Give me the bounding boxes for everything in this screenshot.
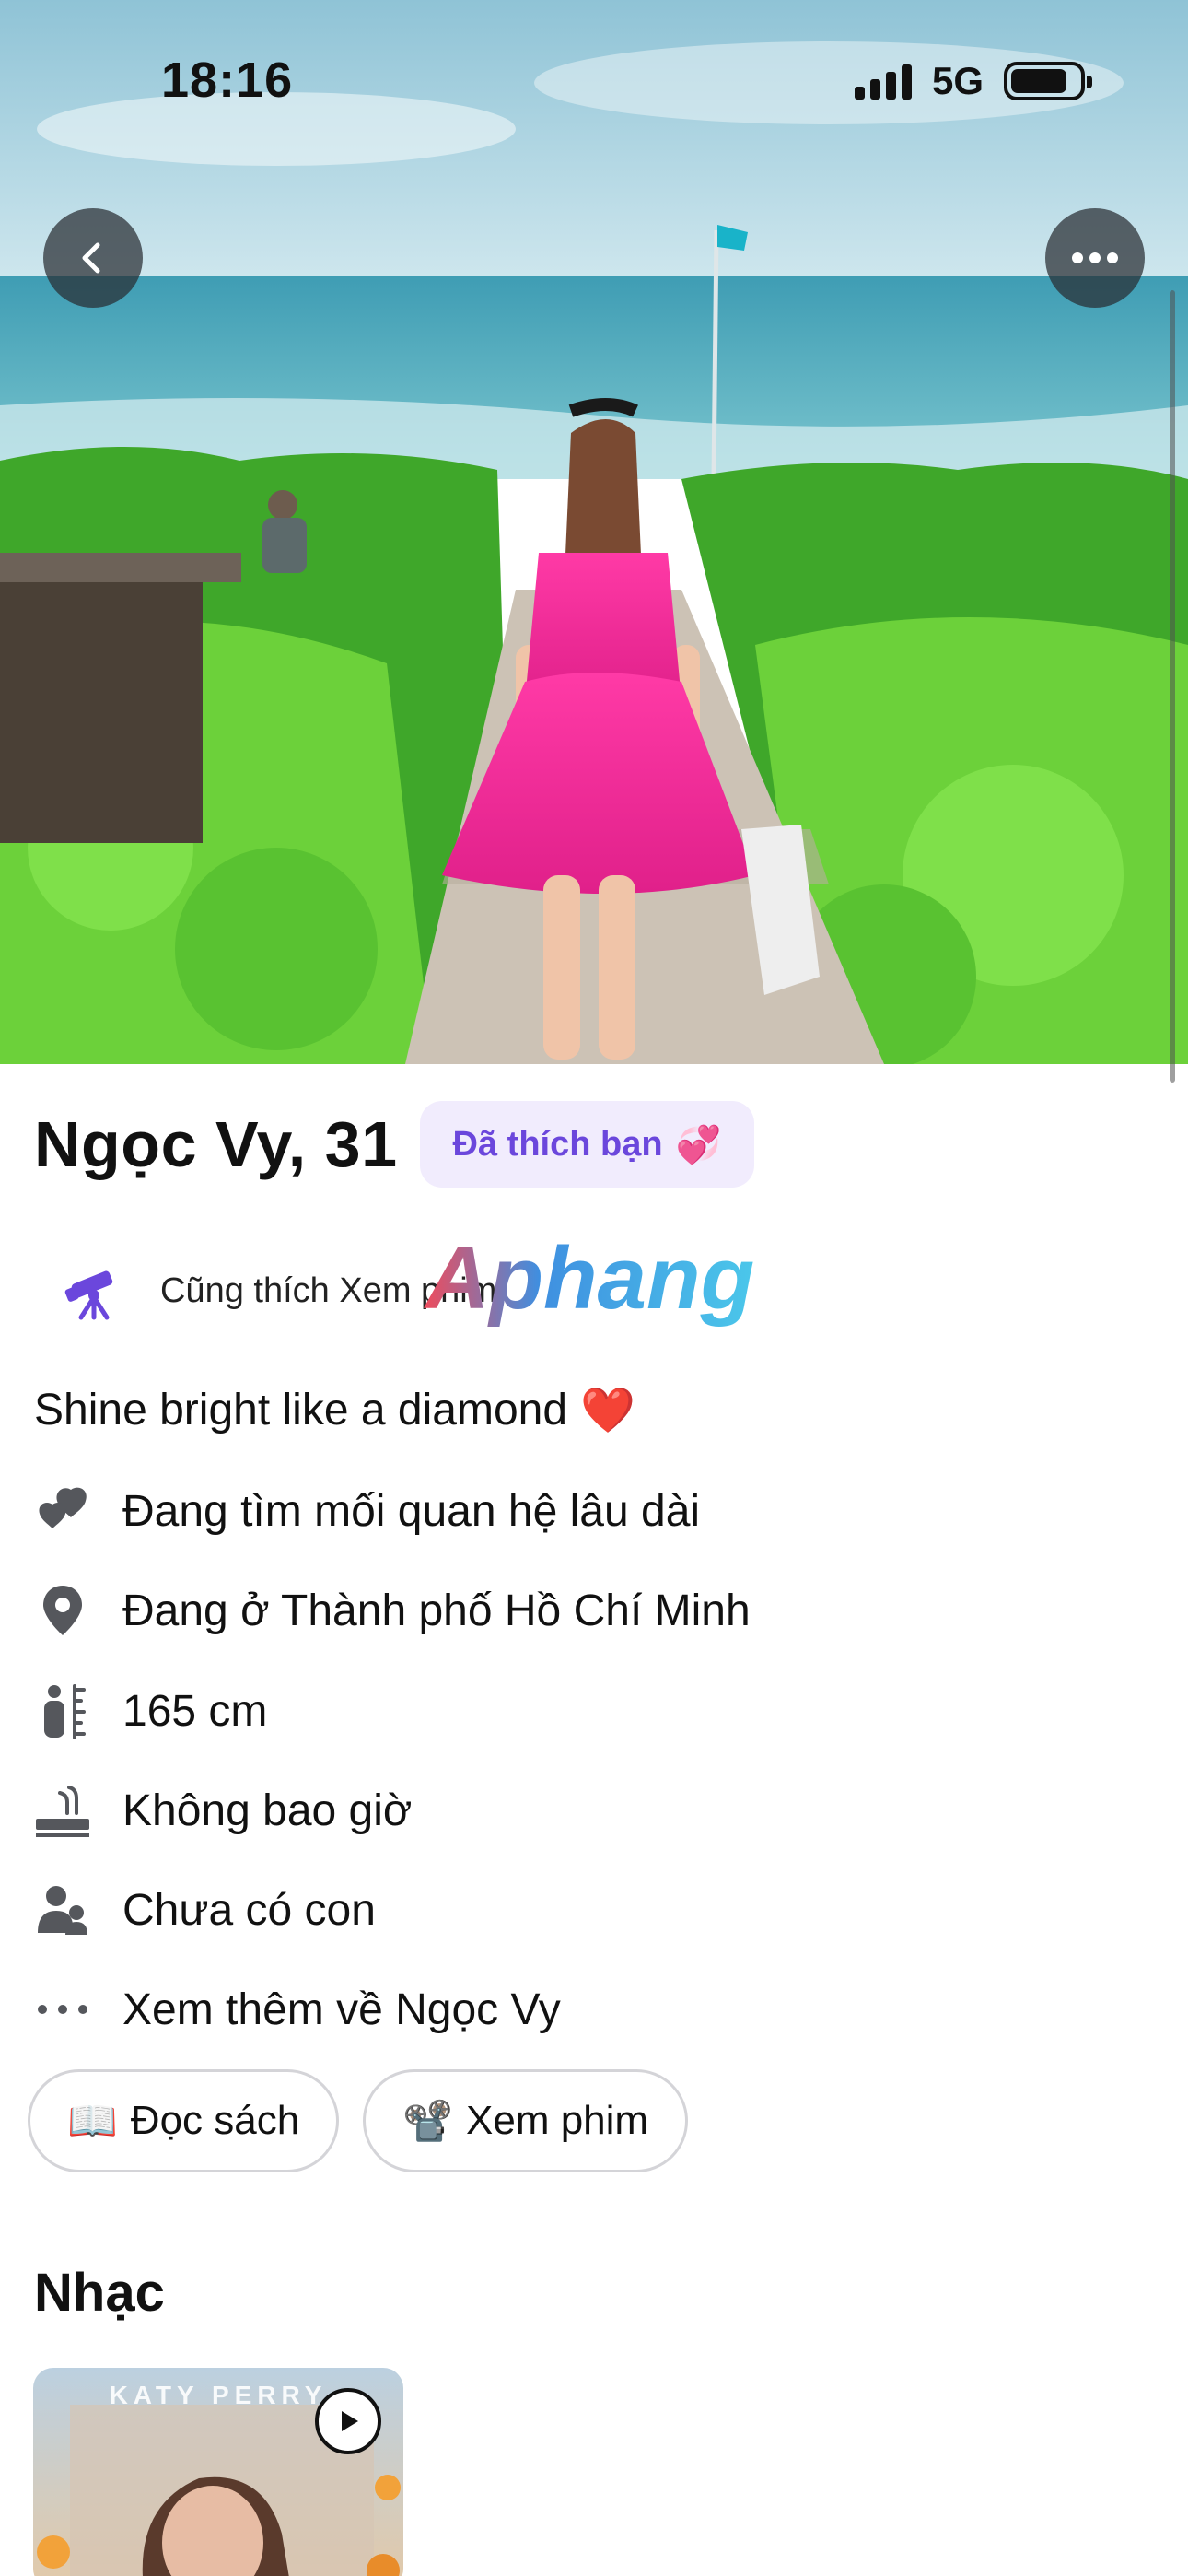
- liked-badge-label: Đã thích bạn: [452, 1124, 663, 1164]
- chip-label: Xem phim: [466, 2098, 649, 2143]
- interest-chip-movies[interactable]: 📽️ Xem phim: [363, 2069, 689, 2172]
- smoking-icon: [34, 1782, 91, 1839]
- detail-label: Không bao giờ: [122, 1786, 413, 1835]
- music-section-title: Nhạc: [34, 2263, 165, 2323]
- network-type: 5G: [931, 59, 984, 102]
- play-icon: [342, 2411, 358, 2431]
- status-time: 18:16: [161, 53, 294, 108]
- ellipsis-icon: [1072, 252, 1118, 263]
- detail-height: 165 cm: [34, 1682, 267, 1739]
- detail-relationship-goal: Đang tìm mối quan hệ lâu dài: [34, 1482, 700, 1540]
- location-pin-icon: [34, 1582, 91, 1639]
- play-button[interactable]: [315, 2388, 381, 2454]
- battery-icon: [1004, 62, 1092, 100]
- detail-children: Chưa có con: [34, 1881, 376, 1938]
- status-indicators: 5G: [854, 59, 1092, 103]
- detail-location: Đang ở Thành phố Hồ Chí Minh: [34, 1582, 751, 1639]
- telescope-icon: [64, 1270, 113, 1320]
- watermark-logo: Aphang: [424, 1233, 754, 1328]
- see-more-label: Xem thêm về Ngọc Vy: [122, 1985, 561, 2034]
- detail-label: 165 cm: [122, 1686, 268, 1736]
- hearts-icon: [34, 1482, 91, 1540]
- liked-you-badge: Đã thích bạn 💞: [419, 1101, 755, 1188]
- profile-name-age: Ngọc Vy, 31: [34, 1108, 398, 1180]
- profile-header: Ngọc Vy, 31 Đã thích bạn 💞: [34, 1101, 755, 1188]
- hearts-emoji: 💞: [675, 1124, 722, 1165]
- book-emoji: 📖: [67, 2099, 118, 2144]
- more-options-button[interactable]: [1045, 208, 1145, 308]
- see-more-link[interactable]: Xem thêm về Ngọc Vy: [34, 1981, 561, 2038]
- watermark-text: Aphang: [424, 1233, 754, 1328]
- detail-label: Đang ở Thành phố Hồ Chí Minh: [122, 1586, 751, 1635]
- chevron-left-icon: [82, 242, 100, 274]
- height-icon: [34, 1682, 91, 1739]
- interest-chip-reading[interactable]: 📖 Đọc sách: [28, 2069, 340, 2172]
- album-card[interactable]: KATY PERRY: [33, 2368, 403, 2576]
- projector-emoji: 📽️: [402, 2099, 454, 2144]
- detail-label: Đang tìm mối quan hệ lâu dài: [122, 1486, 701, 1536]
- back-button[interactable]: [43, 208, 143, 308]
- cellular-signal-icon: [854, 63, 912, 100]
- status-bar: 18:16 5G: [0, 0, 1188, 157]
- ellipsis-icon: [34, 1981, 91, 2038]
- children-icon: [34, 1881, 91, 1938]
- scrollbar[interactable]: [1170, 290, 1175, 1083]
- heart-emoji: ❤️: [580, 1387, 635, 1435]
- chip-label: Đọc sách: [130, 2098, 300, 2143]
- profile-bio: Shine bright like a diamond ❤️: [34, 1384, 635, 1436]
- interest-chips: 📖 Đọc sách 📽️ Xem phim: [28, 2069, 689, 2172]
- detail-smoking: Không bao giờ: [34, 1782, 412, 1839]
- profile-photo[interactable]: [0, 0, 1188, 1064]
- photo-scene: [0, 0, 1188, 1064]
- bio-text: Shine bright like a diamond: [34, 1386, 568, 1434]
- detail-label: Chưa có con: [122, 1885, 376, 1935]
